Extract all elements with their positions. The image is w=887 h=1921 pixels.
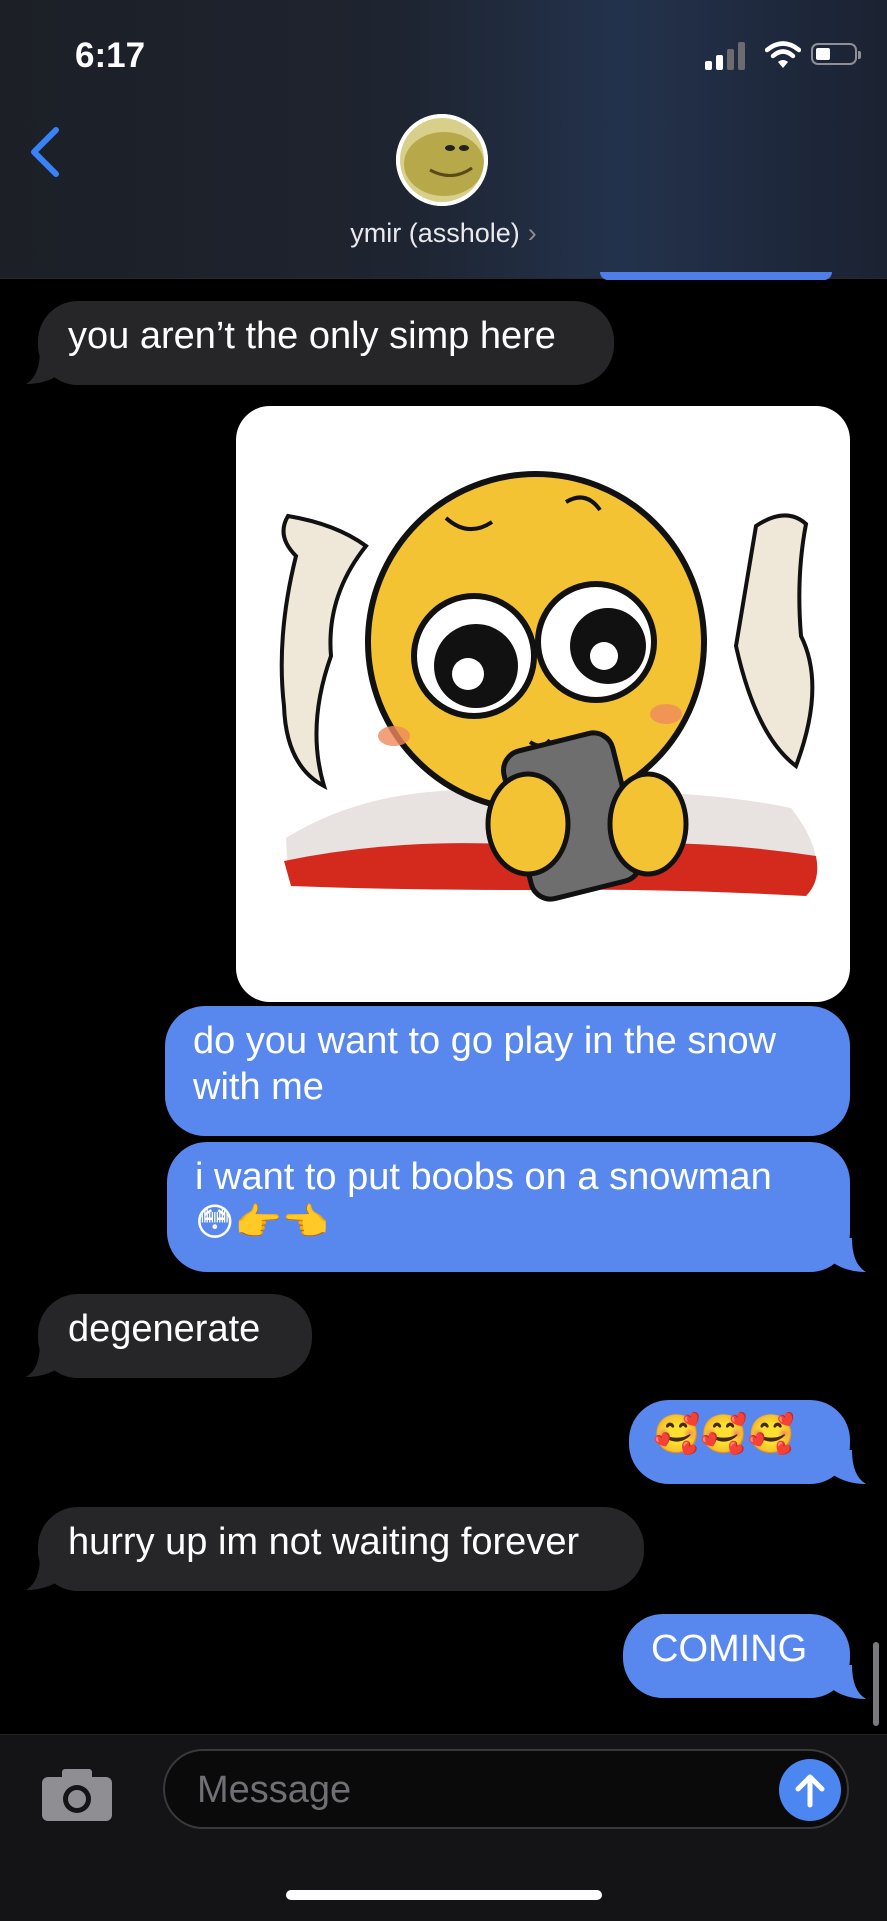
conversation-header: 6:17 ymir (asshole) ›	[0, 0, 887, 279]
message-bubble-outgoing[interactable]: do you want to go play in the snow with …	[165, 1006, 850, 1136]
chevron-left-icon[interactable]	[22, 122, 66, 182]
message-text: 🥰🥰🥰	[653, 1414, 795, 1456]
message-text: do you want to go play in the snow with …	[193, 1020, 777, 1108]
message-text: i want to put boobs on a snowman	[195, 1156, 772, 1198]
camera-icon[interactable]	[40, 1767, 114, 1823]
message-bubble-outgoing[interactable]: i want to put boobs on a snowman 😳👉👈	[167, 1142, 850, 1272]
contact-name-button[interactable]: ymir (asshole) ›	[0, 218, 887, 249]
message-input-container[interactable]	[163, 1749, 849, 1829]
message-bubble-outgoing[interactable]: COMING	[623, 1614, 850, 1698]
message-emoji: 😳👉👈	[195, 1202, 330, 1244]
image-message[interactable]	[236, 406, 850, 1002]
message-input[interactable]	[195, 1765, 749, 1815]
scrollbar[interactable]	[873, 1642, 879, 1726]
message-bubble-incoming[interactable]: degenerate	[38, 1294, 312, 1378]
contact-chevron-icon: ›	[527, 218, 537, 248]
contact-name: ymir (asshole)	[350, 218, 520, 248]
previous-message-edge	[600, 272, 832, 280]
message-text: you aren’t the only simp here	[68, 315, 556, 357]
arrow-up-icon	[795, 1774, 825, 1808]
send-button[interactable]	[779, 1759, 841, 1821]
message-bubble-outgoing[interactable]: 🥰🥰🥰	[629, 1400, 850, 1484]
battery-icon	[811, 43, 861, 65]
cellular-signal-icon	[705, 42, 749, 70]
message-text: COMING	[651, 1628, 808, 1670]
home-indicator[interactable]	[286, 1890, 602, 1900]
sticker-image	[279, 471, 818, 902]
message-text: hurry up im not waiting forever	[68, 1521, 580, 1563]
status-time: 6:17	[75, 36, 146, 75]
message-bubble-incoming[interactable]: you aren’t the only simp here	[38, 301, 614, 385]
contact-avatar[interactable]	[396, 114, 488, 206]
status-icons	[705, 40, 861, 70]
message-text: degenerate	[68, 1308, 261, 1350]
wifi-icon	[765, 41, 801, 68]
message-bubble-incoming[interactable]: hurry up im not waiting forever	[38, 1507, 644, 1591]
